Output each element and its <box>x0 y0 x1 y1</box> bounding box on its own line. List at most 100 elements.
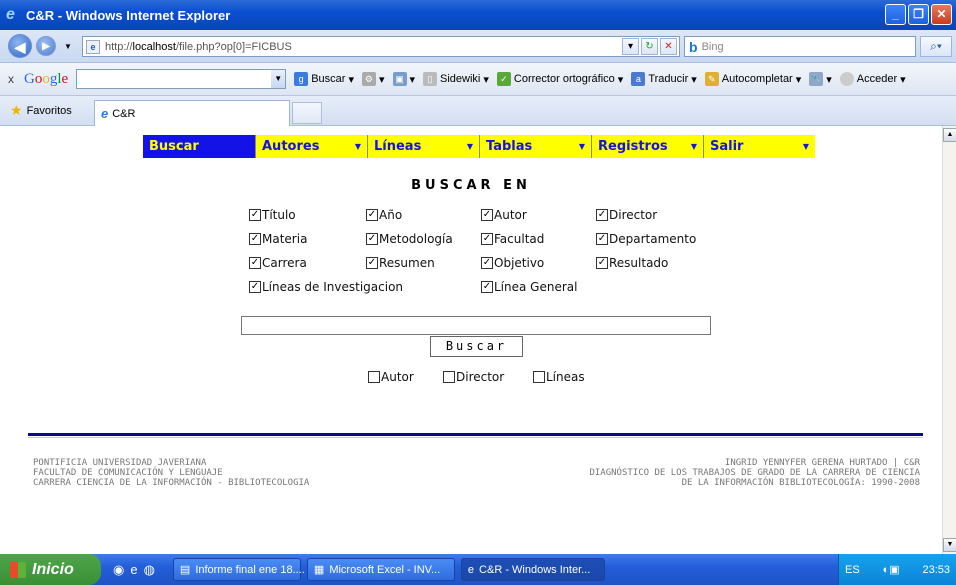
refresh-icon[interactable]: ↻ <box>641 38 658 55</box>
google-search-icon: g <box>294 72 309 86</box>
url-text[interactable]: http://localhost/file.php?op[0]=FICBUS <box>105 41 292 53</box>
checkbox-checked-icon[interactable]: ✓ <box>596 209 608 221</box>
field-checkbox-carrera[interactable]: ✓ Carrera <box>249 256 307 270</box>
checkbox-checked-icon[interactable]: ✓ <box>249 233 261 245</box>
popup-blocker-button[interactable]: ▣ ▾ <box>392 72 415 86</box>
caret-down-icon: ▼ <box>802 142 809 151</box>
favorites-label: Favoritos <box>26 104 72 117</box>
field-checkbox-titulo[interactable]: ✓ Título <box>249 208 296 222</box>
checkbox-checked-icon[interactable]: ✓ <box>481 281 493 293</box>
filter-checkbox-lineas[interactable]: Líneas <box>533 370 585 384</box>
task-informe[interactable]: ▤ Informe final ene 18.... <box>172 558 305 581</box>
back-arrow-icon[interactable]: ◀ <box>8 34 32 58</box>
field-checkbox-autor[interactable]: ✓ Autor <box>481 208 527 222</box>
checkbox-checked-icon[interactable]: ✓ <box>481 233 493 245</box>
close-button[interactable]: ✕ <box>931 4 952 25</box>
checkbox-checked-icon[interactable]: ✓ <box>366 233 378 245</box>
search-icon[interactable]: ⌕▾ <box>920 36 952 57</box>
ie-quicklaunch-icon[interactable]: e <box>130 562 137 578</box>
maximize-button[interactable]: ❐ <box>908 4 929 25</box>
menu-tablas[interactable]: Tablas ▼ <box>479 135 591 158</box>
close-toolbar-icon[interactable]: x <box>8 72 14 86</box>
tab-cr[interactable]: e C&R <box>94 100 290 126</box>
ie-tab-icon: e <box>101 106 109 121</box>
field-checkbox-linea-general[interactable]: ✓ Línea General <box>481 280 577 294</box>
checkbox-empty-icon[interactable] <box>533 371 545 383</box>
scroll-down-icon[interactable]: ▼ <box>943 538 956 552</box>
translate-icon: a <box>631 72 646 86</box>
checkbox-checked-icon[interactable]: ✓ <box>249 281 261 293</box>
signin-button[interactable]: Acceder ▾ <box>839 72 906 86</box>
forward-arrow-icon[interactable]: ▶ <box>36 36 56 56</box>
checkbox-checked-icon[interactable]: ✓ <box>481 209 493 221</box>
checkbox-checked-icon[interactable]: ✓ <box>596 233 608 245</box>
minimize-button[interactable]: _ <box>885 4 906 25</box>
start-button[interactable]: Inicio <box>0 554 101 585</box>
caret-down-icon: ▼ <box>466 142 473 151</box>
field-checkbox-objetivo[interactable]: ✓ Objetivo <box>481 256 544 270</box>
checkbox-checked-icon[interactable]: ✓ <box>481 257 493 269</box>
field-checkbox-ano[interactable]: ✓ Año <box>366 208 402 222</box>
translate-button[interactable]: a Traducir ▾ <box>631 72 697 86</box>
menu-autores[interactable]: Autores ▼ <box>255 135 367 158</box>
extras-button[interactable]: ⚙ ▾ <box>361 72 385 86</box>
bing-search-field[interactable]: b Bing <box>684 36 916 57</box>
address-field[interactable]: e http://localhost/file.php?op[0]=FICBUS… <box>82 36 680 57</box>
google-logo: Google <box>24 70 69 87</box>
field-checkbox-lineas-investigacion[interactable]: ✓ Líneas de Investigacion <box>249 280 403 294</box>
tools-button[interactable]: 🔧 ▾ <box>809 72 832 86</box>
filter-checkbox-autor[interactable]: Autor <box>368 370 414 384</box>
google-search-input[interactable]: ▼ <box>76 69 287 89</box>
menu-buscar[interactable]: Buscar ▼ <box>143 135 255 158</box>
history-dropdown-icon[interactable]: ▼ <box>64 42 72 51</box>
checkbox-checked-icon[interactable]: ✓ <box>596 257 608 269</box>
field-checkbox-materia[interactable]: ✓ Materia <box>249 232 307 246</box>
address-toolbar: ◀ ▶ ▼ e http://localhost/file.php?op[0]=… <box>0 30 956 63</box>
filter-checkbox-director[interactable]: Director <box>443 370 504 384</box>
search-button[interactable]: Buscar <box>430 336 523 357</box>
field-checkbox-director[interactable]: ✓ Director <box>596 208 657 222</box>
quick-launch: ◉ e ◍ <box>113 562 155 578</box>
menu-registros[interactable]: Registros ▼ <box>591 135 703 158</box>
wrench-icon: 🔧 <box>809 72 824 86</box>
field-checkbox-metodologia[interactable]: ✓ Metodología <box>366 232 453 246</box>
field-checkbox-resultado[interactable]: ✓ Resultado <box>596 256 668 270</box>
checkbox-checked-icon[interactable]: ✓ <box>249 257 261 269</box>
spellcheck-button[interactable]: ✓ Corrector ortográfico ▾ <box>496 72 623 86</box>
firefox-icon[interactable]: ◍ <box>144 562 155 578</box>
field-checkbox-departamento[interactable]: ✓ Departamento <box>596 232 696 246</box>
scroll-up-icon[interactable]: ▲ <box>943 128 956 142</box>
autofill-button[interactable]: ✎ Autocompletar ▾ <box>704 72 801 86</box>
vertical-scrollbar[interactable]: ▲ ▼ <box>942 126 956 554</box>
new-tab-button[interactable] <box>292 102 322 124</box>
chevron-down-icon[interactable]: ▼ <box>271 70 286 88</box>
checkbox-empty-icon[interactable] <box>443 371 455 383</box>
checkbox-checked-icon[interactable]: ✓ <box>249 209 261 221</box>
task-excel[interactable]: ▦ Microsoft Excel - INV... <box>306 558 455 581</box>
checkbox-checked-icon[interactable]: ✓ <box>366 209 378 221</box>
caret-down-icon: ▼ <box>578 142 585 151</box>
task-ie[interactable]: e C&R - Windows Inter... <box>460 558 605 581</box>
favorites-button[interactable]: ★ Favoritos <box>10 102 72 119</box>
circle-icon <box>839 72 854 86</box>
checkbox-empty-icon[interactable] <box>368 371 380 383</box>
excel-icon: ▦ <box>313 564 325 576</box>
caret-down-icon: ▼ <box>242 142 249 151</box>
address-dropdown-icon[interactable]: ▾ <box>622 38 639 55</box>
language-indicator[interactable]: ES <box>845 564 860 576</box>
field-checkbox-resumen[interactable]: ✓ Resumen <box>366 256 435 270</box>
desktop-icon[interactable]: ◉ <box>113 562 124 578</box>
checkbox-checked-icon[interactable]: ✓ <box>366 257 378 269</box>
system-tray: ES ◐▣ 23:53 <box>838 554 956 585</box>
search-input[interactable] <box>241 316 711 335</box>
menu-salir[interactable]: Salir ▼ <box>703 135 815 158</box>
google-buscar-button[interactable]: g Buscar ▾ <box>294 72 354 86</box>
sidewiki-icon: ▯ <box>423 72 438 86</box>
footer-left-line: FACULTAD DE COMUNICACIÓN Y LENGUAJE <box>33 468 223 478</box>
field-checkbox-facultad[interactable]: ✓ Facultad <box>481 232 544 246</box>
tray-icons[interactable]: ◐▣ <box>883 563 900 576</box>
start-label: Inicio <box>32 560 74 578</box>
stop-icon[interactable]: ✕ <box>660 38 677 55</box>
sidewiki-button[interactable]: ▯ Sidewiki ▾ <box>423 72 489 86</box>
menu-lineas[interactable]: Líneas ▼ <box>367 135 479 158</box>
